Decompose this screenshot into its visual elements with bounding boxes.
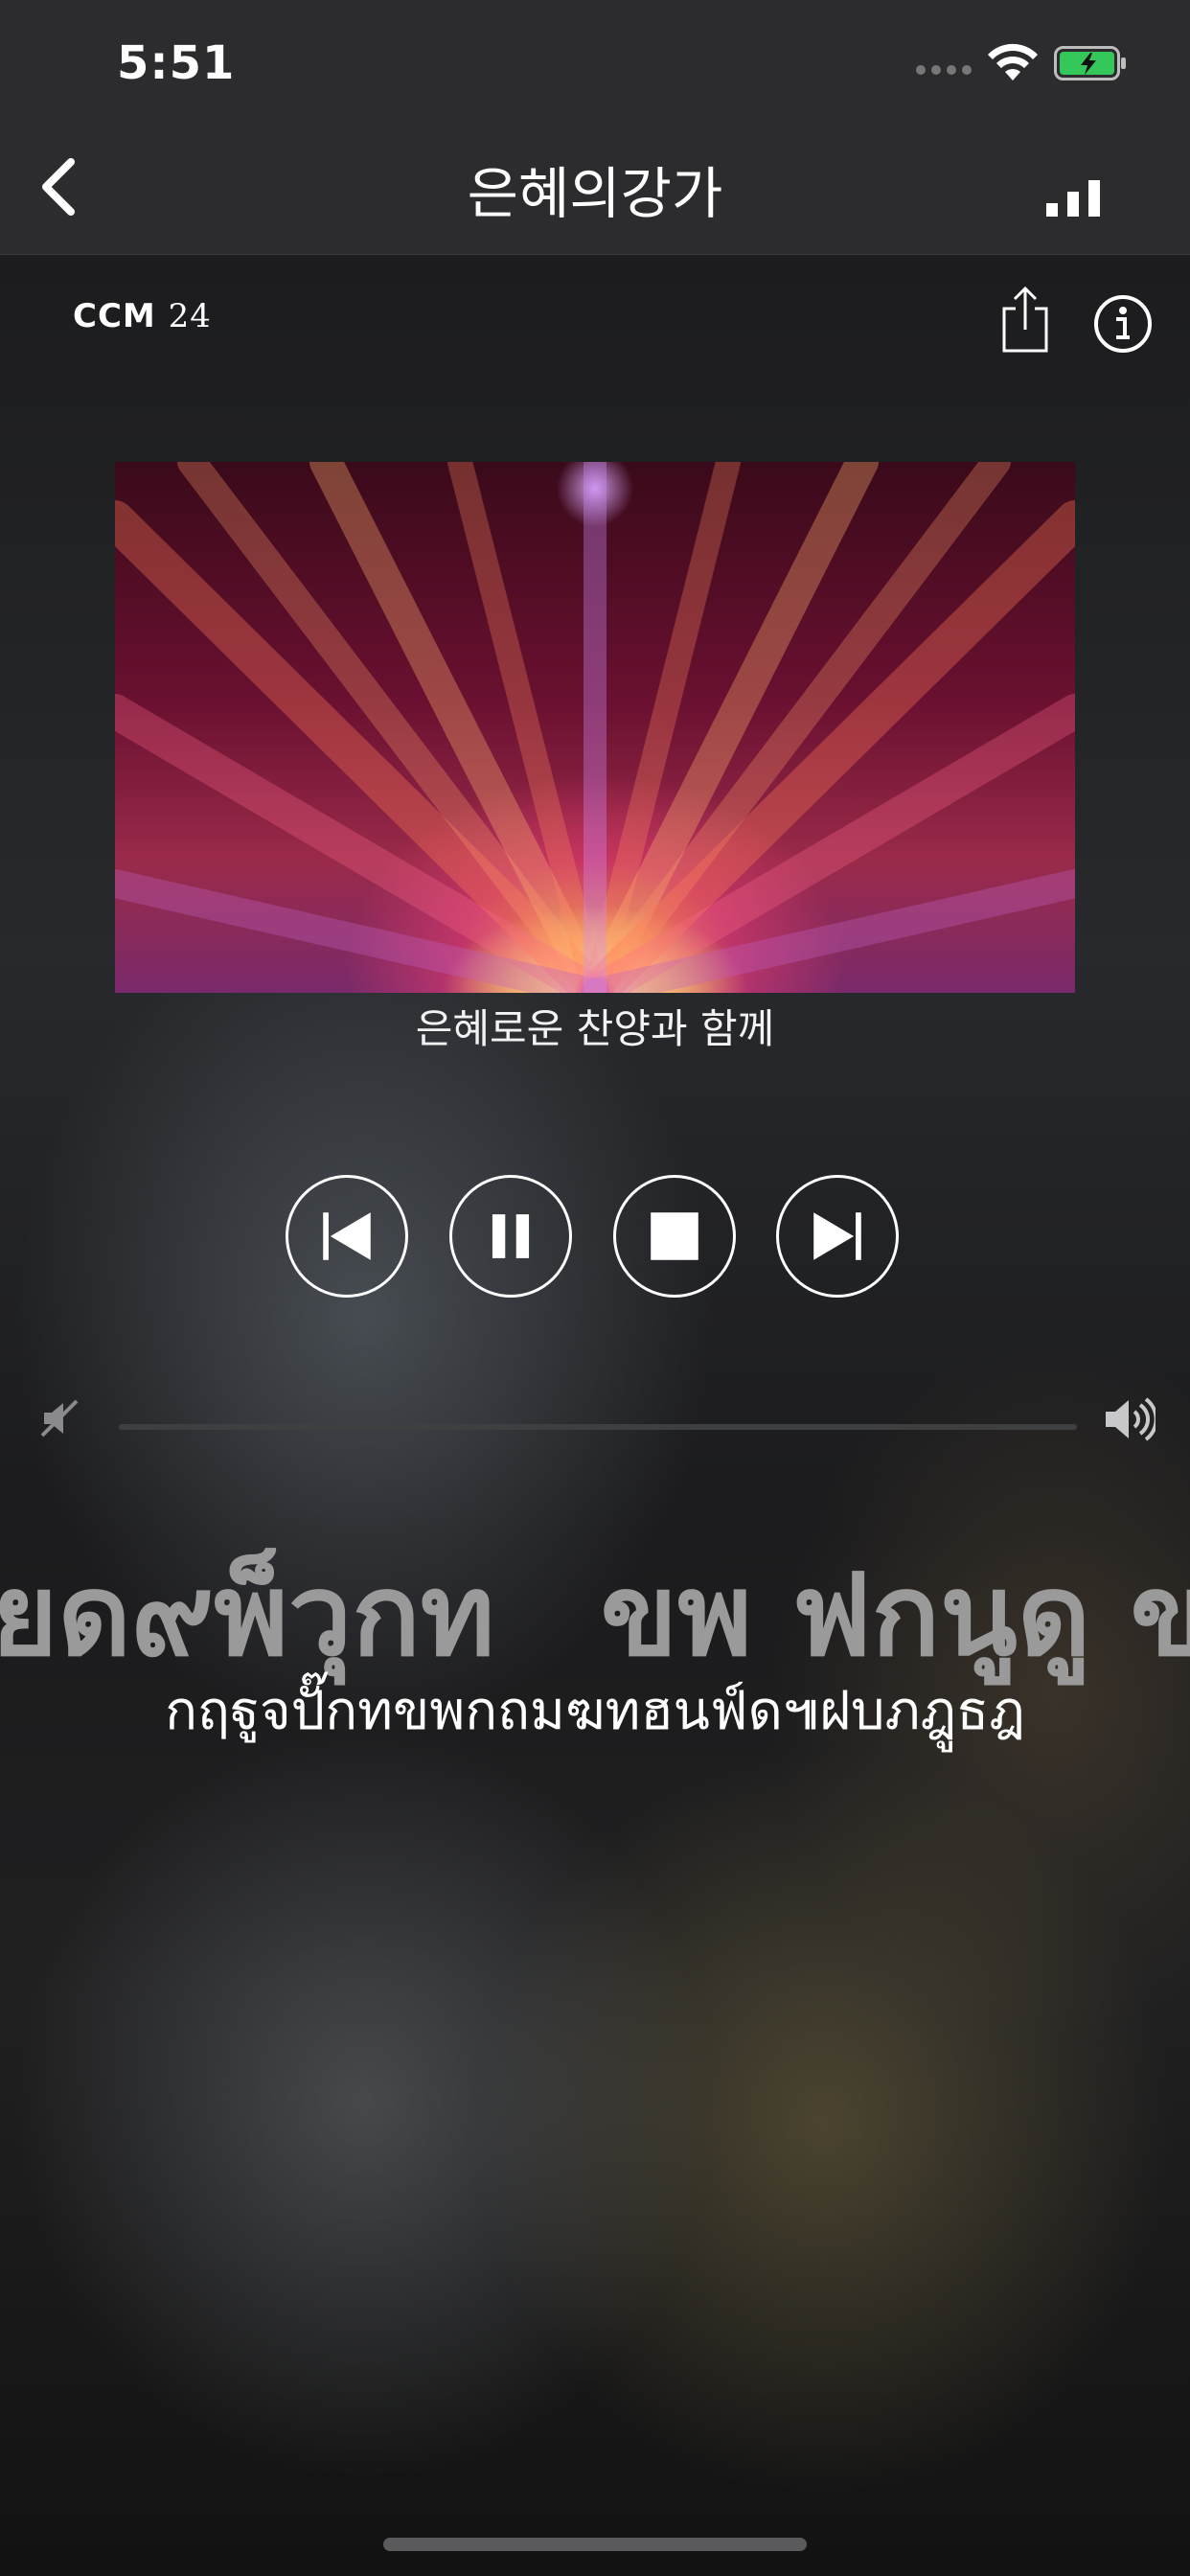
wifi-icon — [988, 43, 1038, 80]
pause-button[interactable] — [449, 1175, 572, 1298]
volume-slider[interactable] — [119, 1424, 1077, 1430]
stop-button[interactable] — [613, 1175, 736, 1298]
navigation-bar: 5:51 은혜의강가 — [0, 0, 1190, 255]
cellular-signal-icon — [916, 65, 972, 75]
previous-button[interactable] — [286, 1175, 408, 1298]
lyrics-scroll-part-1: ี ยด๙พ็วุกท — [0, 1549, 495, 1681]
status-time: 5:51 — [117, 36, 236, 90]
page-title: 은혜의강가 — [467, 161, 723, 226]
stop-icon — [651, 1212, 698, 1260]
artwork-caption: 은혜로운 찬양과 함께 — [415, 1005, 775, 1052]
share-icon — [1002, 286, 1048, 353]
share-button[interactable] — [996, 286, 1054, 355]
brand-logo: CCM 24 — [73, 297, 212, 335]
stats-icon — [1046, 180, 1100, 217]
light-rays-graphic — [115, 462, 1075, 993]
battery-icon — [1054, 46, 1126, 80]
volume-icon — [1106, 1397, 1156, 1441]
next-button[interactable] — [776, 1175, 899, 1298]
album-artwork — [115, 462, 1075, 993]
info-button[interactable] — [1092, 293, 1154, 355]
next-icon — [813, 1212, 861, 1260]
pause-icon — [492, 1214, 530, 1258]
current-lyrics-line: กฤฐูจปั๊กทขพกถมฆทฮนฟ์ด๚ฝบภฎูธฎ — [165, 1680, 1025, 1742]
mute-icon — [40, 1399, 79, 1438]
stats-button[interactable] — [1035, 163, 1111, 220]
info-icon — [1094, 295, 1152, 353]
previous-icon — [323, 1212, 371, 1260]
home-indicator[interactable] — [383, 2538, 807, 2551]
lyrics-scroll-part-2: ขพ ฟกนูดู ข — [600, 1549, 1190, 1681]
